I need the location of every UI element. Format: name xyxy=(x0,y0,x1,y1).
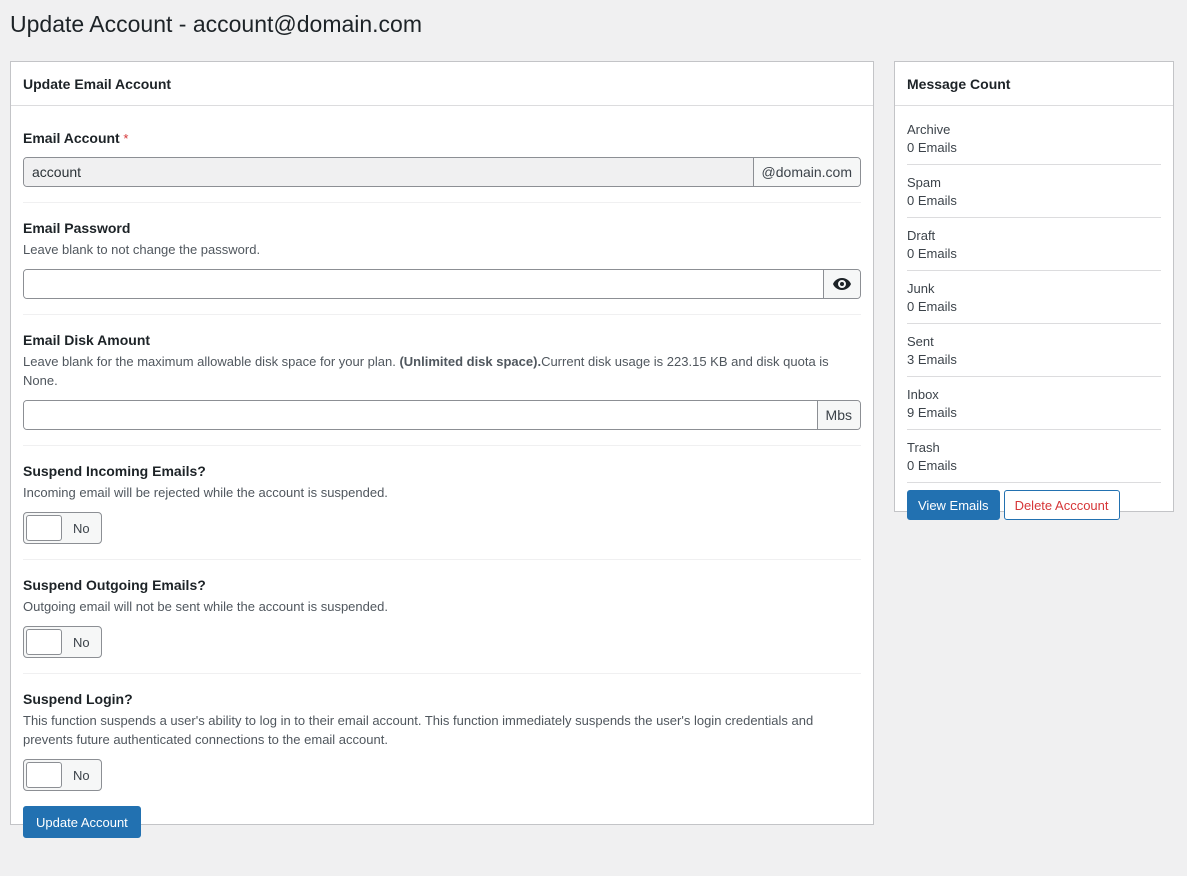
suspend-login-toggle[interactable]: No xyxy=(23,759,102,791)
suspend-login-label: Suspend Login? xyxy=(23,691,133,707)
toggle-state: No xyxy=(73,767,90,783)
suspend-outgoing-label: Suspend Outgoing Emails? xyxy=(23,577,206,593)
email-password-desc: Leave blank to not change the password. xyxy=(23,242,261,257)
email-account-input-group: @domain.com xyxy=(23,157,861,187)
suspend-outgoing-desc: Outgoing email will not be sent while th… xyxy=(23,599,388,614)
suspend-incoming-desc: Incoming email will be rejected while th… xyxy=(23,485,388,500)
folder-item-draft: Draft 0 Emails xyxy=(907,218,1161,271)
unlimited-disk-note: (Unlimited disk space). xyxy=(399,354,542,369)
email-password-input[interactable] xyxy=(24,270,823,298)
message-count-actions: View Emails Delete Acccount xyxy=(895,483,1173,527)
email-disk-amount-input[interactable] xyxy=(24,401,817,429)
email-disk-amount-label: Email Disk Amount xyxy=(23,332,151,348)
email-disk-amount-input-group: Mbs xyxy=(23,400,861,430)
email-account-field: Email Account * @domain.com xyxy=(23,106,861,203)
folder-item-spam: Spam 0 Emails xyxy=(907,165,1161,218)
suspend-login-desc: This function suspends a user's ability … xyxy=(23,713,814,747)
folder-item-sent: Sent 3 Emails xyxy=(907,324,1161,377)
page-title: Update Account - account@domain.com xyxy=(10,11,423,37)
folder-list: Archive 0 Emails Spam 0 Emails Draft 0 E… xyxy=(895,106,1173,483)
email-disk-amount-field: Email Disk Amount Leave blank for the ma… xyxy=(23,315,861,446)
email-account-input[interactable] xyxy=(24,158,753,186)
suspend-incoming-label: Suspend Incoming Emails? xyxy=(23,463,206,479)
suspend-login-field: Suspend Login? This function suspends a … xyxy=(23,674,861,806)
disk-unit-suffix: Mbs xyxy=(816,401,860,429)
folder-item-junk: Junk 0 Emails xyxy=(907,271,1161,324)
panel-header: Message Count xyxy=(895,62,1173,106)
show-password-button[interactable] xyxy=(823,270,860,298)
toggle-knob xyxy=(26,762,62,788)
toggle-knob xyxy=(26,629,62,655)
update-email-account-panel: Update Email Account Email Account * @do… xyxy=(10,61,874,838)
delete-account-button[interactable]: Delete Acccount xyxy=(1003,490,1120,520)
suspend-outgoing-field: Suspend Outgoing Emails? Outgoing email … xyxy=(23,560,861,674)
required-mark: * xyxy=(123,131,129,146)
message-count-panel: Message Count Archive 0 Emails Spam 0 Em… xyxy=(894,61,1174,520)
email-disk-amount-desc: Leave blank for the maximum allowable di… xyxy=(23,354,829,388)
email-domain-suffix: @domain.com xyxy=(752,158,860,186)
email-account-label: Email Account xyxy=(23,130,120,146)
view-emails-button[interactable]: View Emails xyxy=(907,490,1000,520)
email-password-field: Email Password Leave blank to not change… xyxy=(23,203,861,315)
update-account-button[interactable]: Update Account xyxy=(23,806,141,838)
email-password-label: Email Password xyxy=(23,220,131,236)
email-password-input-group xyxy=(23,269,861,299)
folder-item-archive: Archive 0 Emails xyxy=(907,112,1161,165)
toggle-state: No xyxy=(73,520,90,536)
panel-header: Update Email Account xyxy=(11,62,873,106)
folder-item-inbox: Inbox 9 Emails xyxy=(907,377,1161,430)
suspend-incoming-field: Suspend Incoming Emails? Incoming email … xyxy=(23,446,861,560)
eye-icon xyxy=(833,278,851,290)
suspend-incoming-toggle[interactable]: No xyxy=(23,512,102,544)
toggle-knob xyxy=(26,515,62,541)
folder-item-trash: Trash 0 Emails xyxy=(907,430,1161,483)
toggle-state: No xyxy=(73,634,90,650)
suspend-outgoing-toggle[interactable]: No xyxy=(23,626,102,658)
